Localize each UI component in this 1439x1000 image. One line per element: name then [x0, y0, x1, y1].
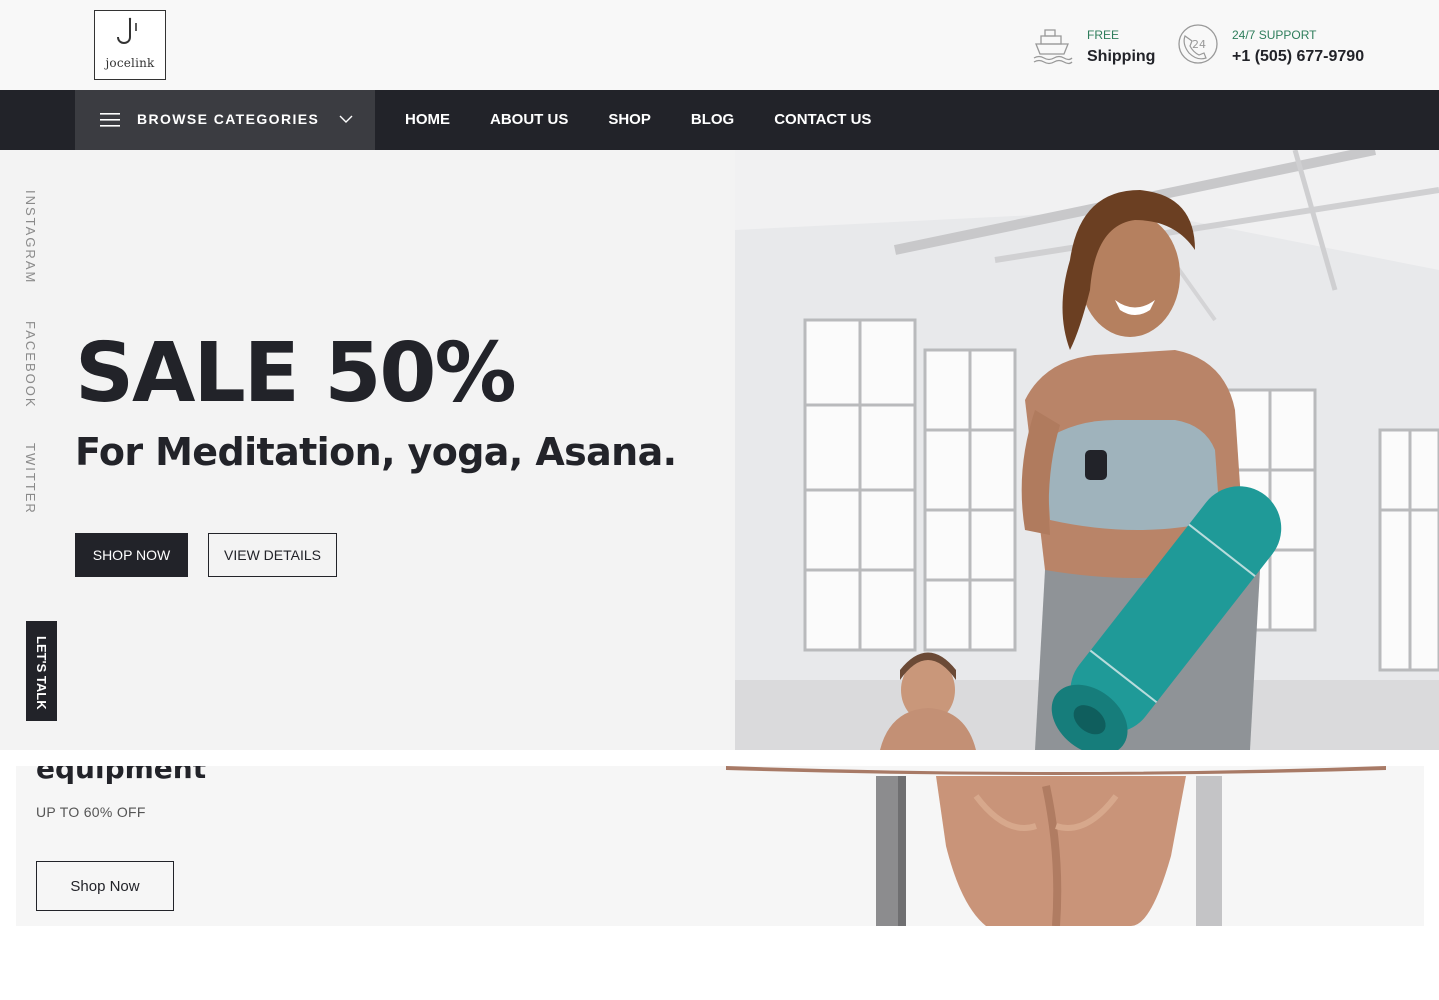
svg-text:24: 24 — [1192, 38, 1206, 51]
nav-blog[interactable]: BLOG — [691, 90, 734, 150]
support-info[interactable]: 24 24/7 SUPPORT +1 (505) 677-9790 — [1176, 22, 1396, 68]
browse-categories-label: BROWSE CATEGORIES — [137, 111, 320, 127]
social-instagram-link[interactable]: INSTAGRAM — [23, 190, 38, 284]
lets-talk-label: LET'S TALK — [34, 636, 49, 710]
promo-banner: equipment UP TO 60% OFF Shop Now — [16, 766, 1424, 926]
view-details-button[interactable]: VIEW DETAILS — [208, 533, 337, 577]
nav-home[interactable]: HOME — [405, 90, 450, 150]
hero-photo-image — [735, 150, 1439, 750]
shipping-small-label: FREE — [1087, 28, 1120, 42]
support-phone[interactable]: +1 (505) 677-9790 — [1232, 48, 1364, 66]
browse-categories-button[interactable]: BROWSE CATEGORIES — [75, 90, 375, 150]
support-24-icon: 24 — [1178, 24, 1218, 64]
site-logo[interactable]: jocelink — [94, 10, 166, 80]
hero-title: SALE 50% — [75, 326, 517, 421]
nav-about-us[interactable]: ABOUT US — [490, 90, 568, 150]
social-facebook-link[interactable]: FACEBOOK — [23, 321, 38, 409]
logo-text: jocelink — [105, 56, 155, 70]
social-twitter-link[interactable]: TWITTER — [23, 443, 38, 515]
top-header: jocelink FREE Shipping 24 24/7 SUPPORT +… — [0, 0, 1439, 90]
hero-subtitle: For Meditation, yoga, Asana. — [75, 430, 677, 474]
promo-discount: UP TO 60% OFF — [36, 804, 146, 820]
support-small-label: 24/7 SUPPORT — [1232, 28, 1317, 42]
lets-talk-tab[interactable]: LET'S TALK — [26, 621, 57, 721]
nav-contact-us[interactable]: CONTACT US — [774, 90, 871, 150]
main-navbar: BROWSE CATEGORIES HOME ABOUT US SHOP BLO… — [0, 90, 1439, 150]
shop-now-button[interactable]: SHOP NOW — [75, 533, 188, 577]
shipping-big-label: Shipping — [1087, 48, 1156, 65]
hamburger-icon — [100, 113, 120, 127]
nav-shop[interactable]: SHOP — [608, 90, 651, 150]
hero-banner: INSTAGRAM FACEBOOK TWITTER SALE 50% For … — [0, 150, 1439, 750]
ship-icon — [1033, 29, 1073, 65]
promo-photo-image — [716, 766, 1424, 926]
chevron-down-icon — [339, 115, 353, 123]
promo-shop-now-button[interactable]: Shop Now — [36, 861, 174, 911]
promo-title: equipment — [36, 766, 207, 785]
main-menu: HOME ABOUT US SHOP BLOG CONTACT US — [405, 90, 871, 150]
free-shipping-info: FREE Shipping — [1031, 22, 1171, 68]
logo-mark-icon — [117, 17, 137, 44]
